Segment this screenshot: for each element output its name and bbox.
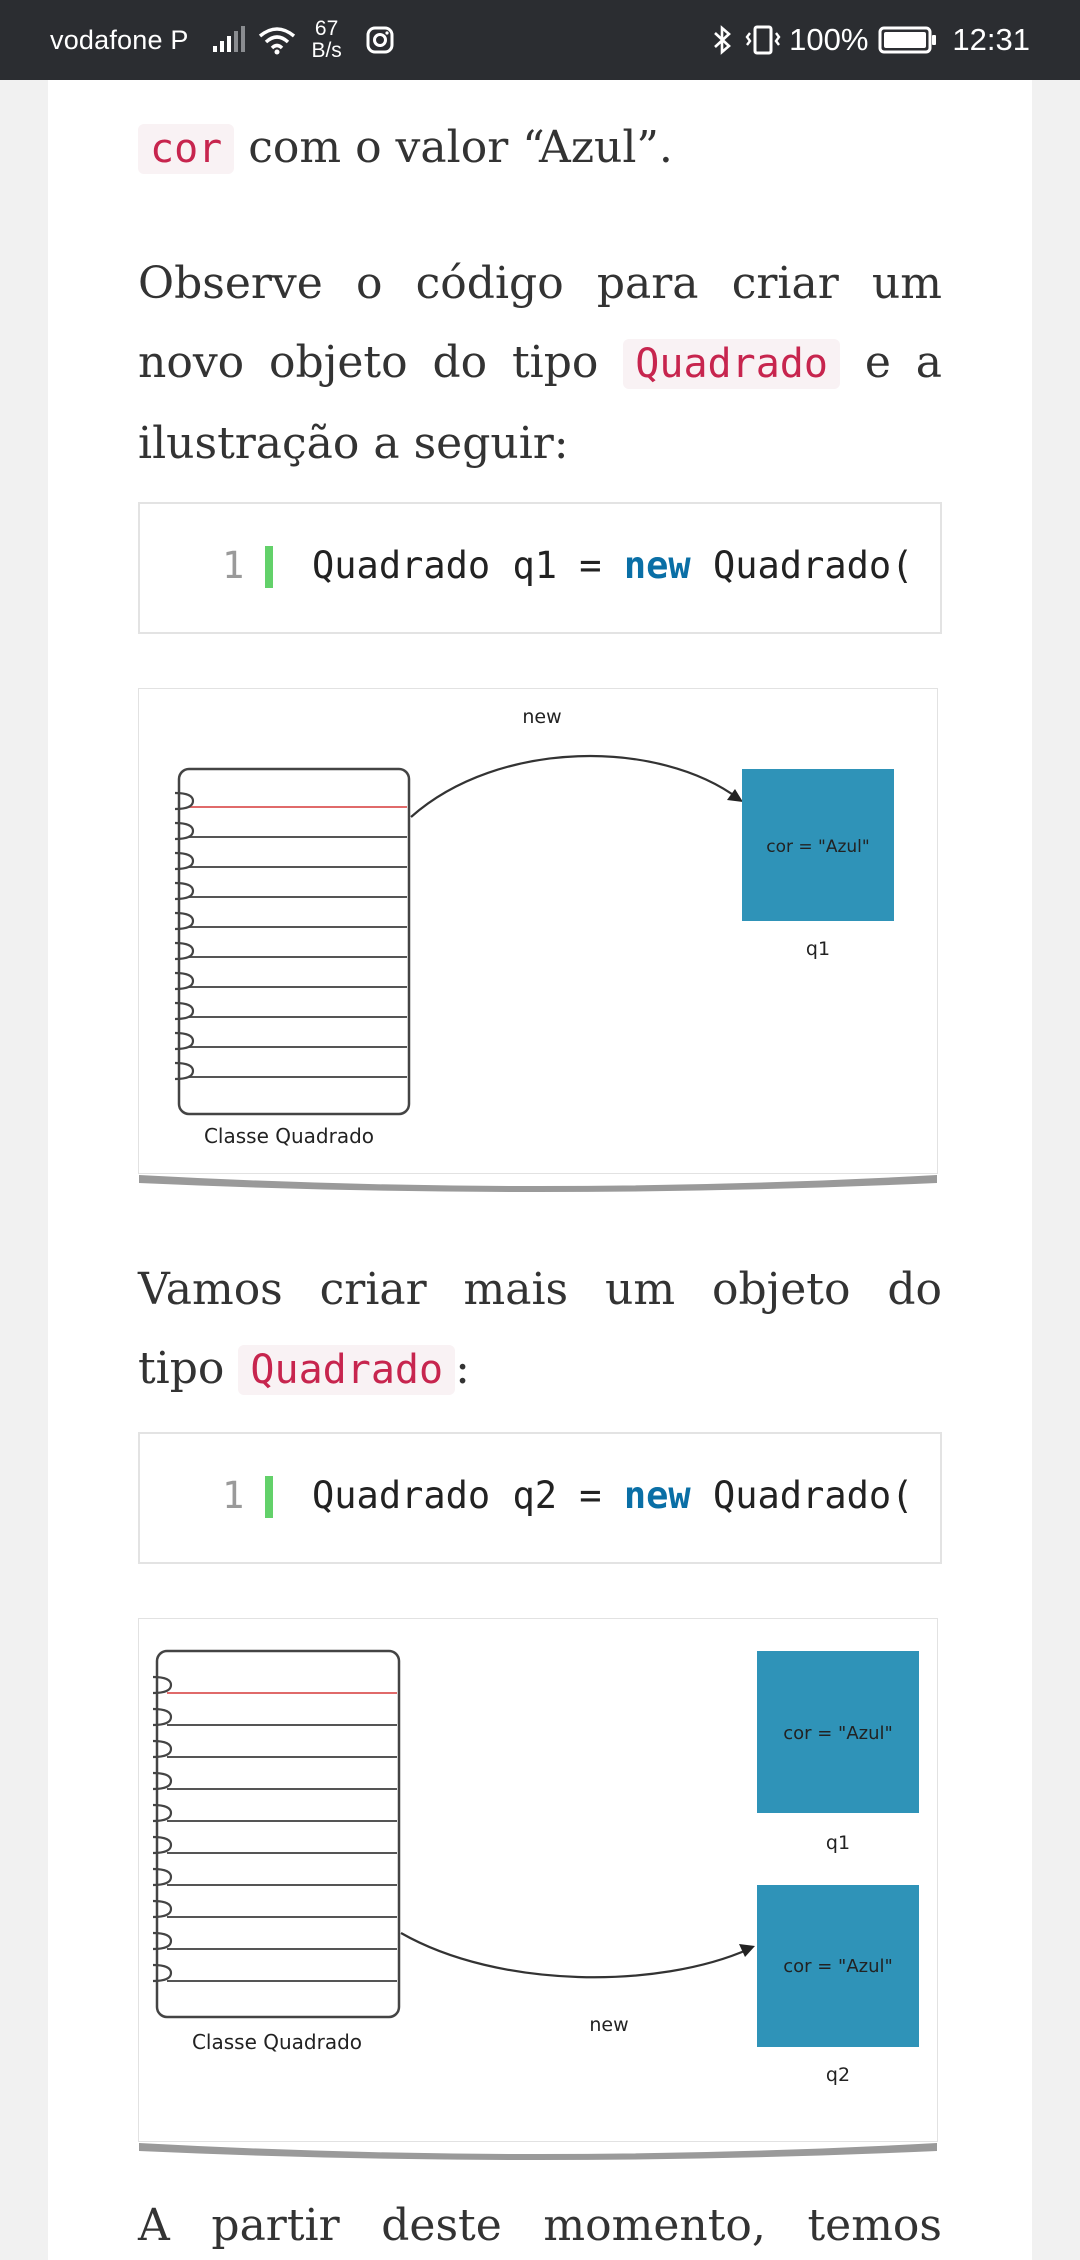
- paragraph-text: novo objeto do tipo: [138, 337, 624, 388]
- arrow-label: new: [589, 2014, 628, 2036]
- paragraph-a-partir: A partir deste momento, temos: [138, 2186, 942, 2260]
- paragraph-text: com o valor “Azul”.: [234, 122, 673, 173]
- paragraph-line: Observe o código para criar um: [138, 258, 942, 309]
- arrow-label: new: [522, 706, 561, 728]
- article-card: variável de instância chamada cor com o …: [48, 60, 1032, 2260]
- class-label: Classe Quadrado: [204, 1124, 374, 1148]
- code-line: Quadrado q1 = new Quadrado(: [312, 544, 913, 587]
- paragraph-text: :: [455, 1343, 470, 1394]
- network-speed-value: 67: [314, 17, 339, 40]
- code-block-q1[interactable]: 1 Quadrado q1 = new Quadrado(: [138, 502, 942, 634]
- code-text: Quadrado(: [690, 544, 914, 587]
- carrier-name: vodafone P: [50, 24, 189, 55]
- new-arrow: [400, 1932, 750, 1979]
- code-keyword: new: [623, 1474, 691, 1517]
- notebook-icon: [174, 767, 411, 1116]
- paragraph-vamos: Vamos criar mais um objeto do tipo Quadr…: [138, 1250, 942, 1410]
- signal-icon: [212, 26, 245, 52]
- object-name: q1: [826, 1832, 850, 1854]
- wifi-icon: [258, 27, 295, 55]
- paragraph-line: ilustração a seguir:: [138, 418, 569, 469]
- network-speed: 67 B/s: [307, 18, 347, 62]
- paragraph-line: Vamos criar mais um objeto do: [138, 1264, 942, 1315]
- line-highlight-bar: [265, 1476, 273, 1518]
- diagram-second-object: Classe Quadrado cor = "Azul" q1 cor = "A…: [152, 1649, 919, 2086]
- code-keyword: new: [623, 544, 691, 587]
- paragraph-text: e a: [839, 337, 942, 388]
- line-number: 1: [222, 1474, 245, 1517]
- network-speed-unit: B/s: [311, 39, 342, 62]
- paragraph-cor: cor com o valor “Azul”.: [138, 108, 942, 189]
- line-number: 1: [222, 544, 245, 587]
- arrowhead: [727, 789, 743, 802]
- clock: 12:31: [952, 22, 1030, 57]
- inline-code-quadrado: Quadrado: [238, 1345, 456, 1395]
- code-text: Quadrado q2 =: [312, 1474, 624, 1517]
- paragraph-text: tipo: [138, 1343, 239, 1394]
- new-arrow: [410, 754, 740, 818]
- object-attribute: cor = "Azul": [783, 1956, 893, 1977]
- figure-shadow: [139, 1175, 937, 1192]
- vibrate-icon: [745, 25, 781, 55]
- object-name: q1: [806, 938, 830, 960]
- paragraph-line: A partir deste momento, temos: [138, 2200, 942, 2251]
- status-bar: vodafone P 67 B/s 100% 12:31: [0, 0, 1080, 80]
- battery-percentage: 100%: [789, 22, 869, 57]
- arrowhead: [739, 1944, 755, 1957]
- object-attribute: cor = "Azul": [766, 837, 869, 857]
- figure-object-q2: Classe Quadrado cor = "Azul" q1 cor = "A…: [138, 1618, 938, 2160]
- instagram-icon: [366, 26, 394, 54]
- figure-object-q1: Classe Quadrado new cor = "Azul" q1: [138, 688, 938, 1192]
- battery-icon: [878, 26, 937, 54]
- diagram-new-object: Classe Quadrado new cor = "Azul" q1: [174, 706, 894, 1148]
- inline-code-quadrado: Quadrado: [623, 339, 840, 389]
- bluetooth-icon: [714, 25, 732, 55]
- code-text: Quadrado(: [690, 1474, 914, 1517]
- code-line: Quadrado q2 = new Quadrado(: [312, 1474, 913, 1517]
- code-block-q2[interactable]: 1 Quadrado q2 = new Quadrado(: [138, 1432, 942, 1564]
- code-text: Quadrado q1 =: [312, 544, 624, 587]
- class-label: Classe Quadrado: [192, 2030, 362, 2054]
- paragraph-observe: Observe o código para criar um novo obje…: [138, 244, 942, 483]
- notebook-icon: [152, 1649, 401, 2019]
- inline-code-cor: cor: [138, 124, 235, 174]
- object-name: q2: [826, 2064, 850, 2086]
- line-highlight-bar: [265, 546, 273, 588]
- figure-shadow: [139, 2143, 937, 2160]
- object-attribute: cor = "Azul": [783, 1723, 893, 1744]
